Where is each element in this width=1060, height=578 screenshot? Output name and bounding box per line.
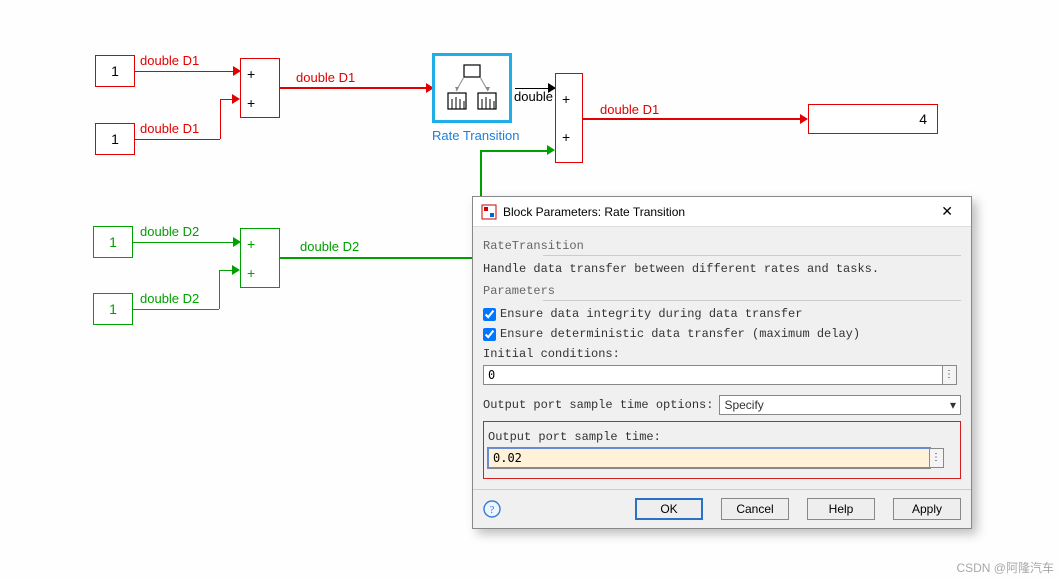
apply-button[interactable]: Apply	[893, 498, 961, 520]
output-sample-time-label: Output port sample time:	[488, 430, 956, 444]
initial-conditions-label: Initial conditions:	[483, 347, 961, 361]
more-button[interactable]: ⋮	[930, 448, 944, 468]
wire	[280, 87, 430, 89]
constant-block-1[interactable]: 1	[95, 55, 135, 87]
rate-transition-icon	[442, 63, 502, 113]
help-icon[interactable]: ?	[483, 500, 501, 518]
const2-value: 1	[111, 131, 119, 147]
signal-label: double D1	[140, 121, 199, 136]
wire	[280, 257, 480, 259]
const1-value: 1	[111, 63, 119, 79]
signal-label: double D2	[300, 239, 359, 254]
signal-label: double D1	[296, 70, 355, 85]
sum-block-1[interactable]: + +	[240, 58, 280, 118]
constant-block-3[interactable]: 1	[93, 226, 133, 258]
dialog-button-row: ? OK Cancel Help Apply	[473, 489, 971, 528]
sample-time-options-label: Output port sample time options:	[483, 398, 713, 412]
simulink-icon	[481, 204, 497, 220]
wire	[219, 270, 220, 309]
signal-label: double D1	[140, 53, 199, 68]
section-ratetransition: RateTransition	[483, 239, 961, 253]
wire	[220, 99, 221, 139]
rate-transition-block[interactable]	[432, 53, 512, 123]
display-block[interactable]: 4	[808, 104, 938, 134]
constant-block-4[interactable]: 1	[93, 293, 133, 325]
wire	[135, 139, 220, 140]
sum-block-2[interactable]: + +	[240, 228, 280, 288]
watermark: CSDN @阿隆汽车	[956, 559, 1054, 576]
signal-label: double D1	[600, 102, 659, 117]
rate-transition-label: Rate Transition	[432, 128, 519, 143]
close-button[interactable]: ✕	[931, 199, 963, 224]
arrowhead	[232, 265, 240, 275]
svg-text:?: ?	[490, 504, 495, 516]
const3-value: 1	[109, 234, 117, 250]
wire	[133, 242, 235, 243]
help-button[interactable]: Help	[807, 498, 875, 520]
output-sample-time-input[interactable]	[488, 448, 930, 468]
separator	[543, 300, 961, 301]
more-button[interactable]: ⋮	[943, 365, 957, 385]
highlighted-parameter: Output port sample time: ⋮	[483, 421, 961, 479]
initial-conditions-input[interactable]	[483, 365, 943, 385]
arrowhead	[232, 94, 240, 104]
ensure-integrity-checkbox[interactable]	[483, 308, 496, 321]
cancel-button[interactable]: Cancel	[721, 498, 789, 520]
ok-button[interactable]: OK	[635, 498, 703, 520]
ensure-integrity-label: Ensure data integrity during data transf…	[500, 307, 802, 321]
plus-icon: +	[562, 129, 570, 145]
const4-value: 1	[109, 301, 117, 317]
plus-icon: +	[247, 236, 255, 252]
plus-icon: +	[562, 91, 570, 107]
sum-block-3[interactable]: + +	[555, 73, 583, 163]
section-parameters: Parameters	[483, 284, 961, 298]
plus-icon: +	[247, 66, 255, 82]
dialog-title: Block Parameters: Rate Transition	[503, 205, 685, 219]
dialog-body: RateTransition Handle data transfer betw…	[473, 227, 971, 489]
dialog-titlebar[interactable]: Block Parameters: Rate Transition ✕	[473, 197, 971, 227]
ensure-deterministic-checkbox[interactable]	[483, 328, 496, 341]
signal-label: double D2	[140, 224, 199, 239]
arrowhead	[800, 114, 808, 124]
plus-icon: +	[247, 95, 255, 111]
wire	[583, 118, 803, 120]
block-description: Handle data transfer between different r…	[483, 262, 961, 276]
signal-label: double D2	[140, 291, 199, 306]
chevron-down-icon: ▾	[950, 398, 956, 412]
select-value: Specify	[724, 398, 763, 412]
separator	[543, 255, 961, 256]
signal-label: double	[514, 89, 553, 104]
arrowhead	[547, 145, 555, 155]
sample-time-options-select[interactable]: Specify ▾	[719, 395, 961, 415]
wire	[135, 71, 235, 72]
display-value: 4	[919, 111, 927, 127]
constant-block-2[interactable]: 1	[95, 123, 135, 155]
block-parameters-dialog[interactable]: Block Parameters: Rate Transition ✕ Rate…	[472, 196, 972, 529]
wire	[480, 150, 550, 152]
plus-icon: +	[247, 265, 255, 281]
wire	[133, 309, 219, 310]
ensure-deterministic-label: Ensure deterministic data transfer (maxi…	[500, 327, 860, 341]
